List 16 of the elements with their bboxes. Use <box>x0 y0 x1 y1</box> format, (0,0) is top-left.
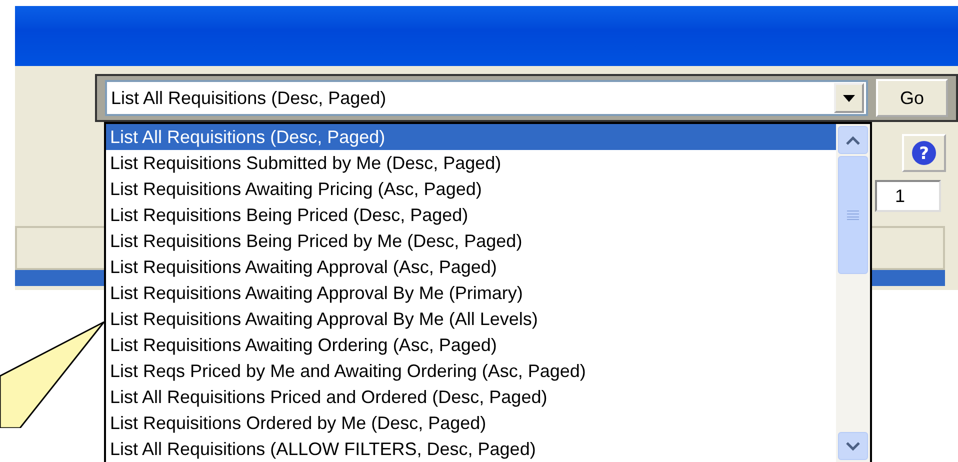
scroll-up-button[interactable] <box>838 126 868 154</box>
dropdown-button[interactable] <box>834 83 864 113</box>
help-button[interactable]: ? <box>902 134 946 172</box>
dropdown-option[interactable]: List All Requisitions (Desc, Paged) <box>106 124 836 150</box>
scroll-down-button[interactable] <box>838 432 868 460</box>
chevron-up-icon <box>846 136 860 144</box>
chevron-down-icon <box>846 442 860 450</box>
go-button[interactable]: Go <box>876 79 948 117</box>
page-field[interactable]: 1 <box>875 180 941 212</box>
grip-icon <box>847 210 859 220</box>
caret-icon <box>843 94 855 102</box>
select-value: List All Requisitions (Desc, Paged) <box>111 88 386 108</box>
help-icon: ? <box>911 140 937 166</box>
scrollbar[interactable] <box>836 124 870 462</box>
scroll-thumb[interactable] <box>838 156 868 274</box>
query-select[interactable]: List All Requisitions (Desc, Paged) <box>105 80 868 116</box>
